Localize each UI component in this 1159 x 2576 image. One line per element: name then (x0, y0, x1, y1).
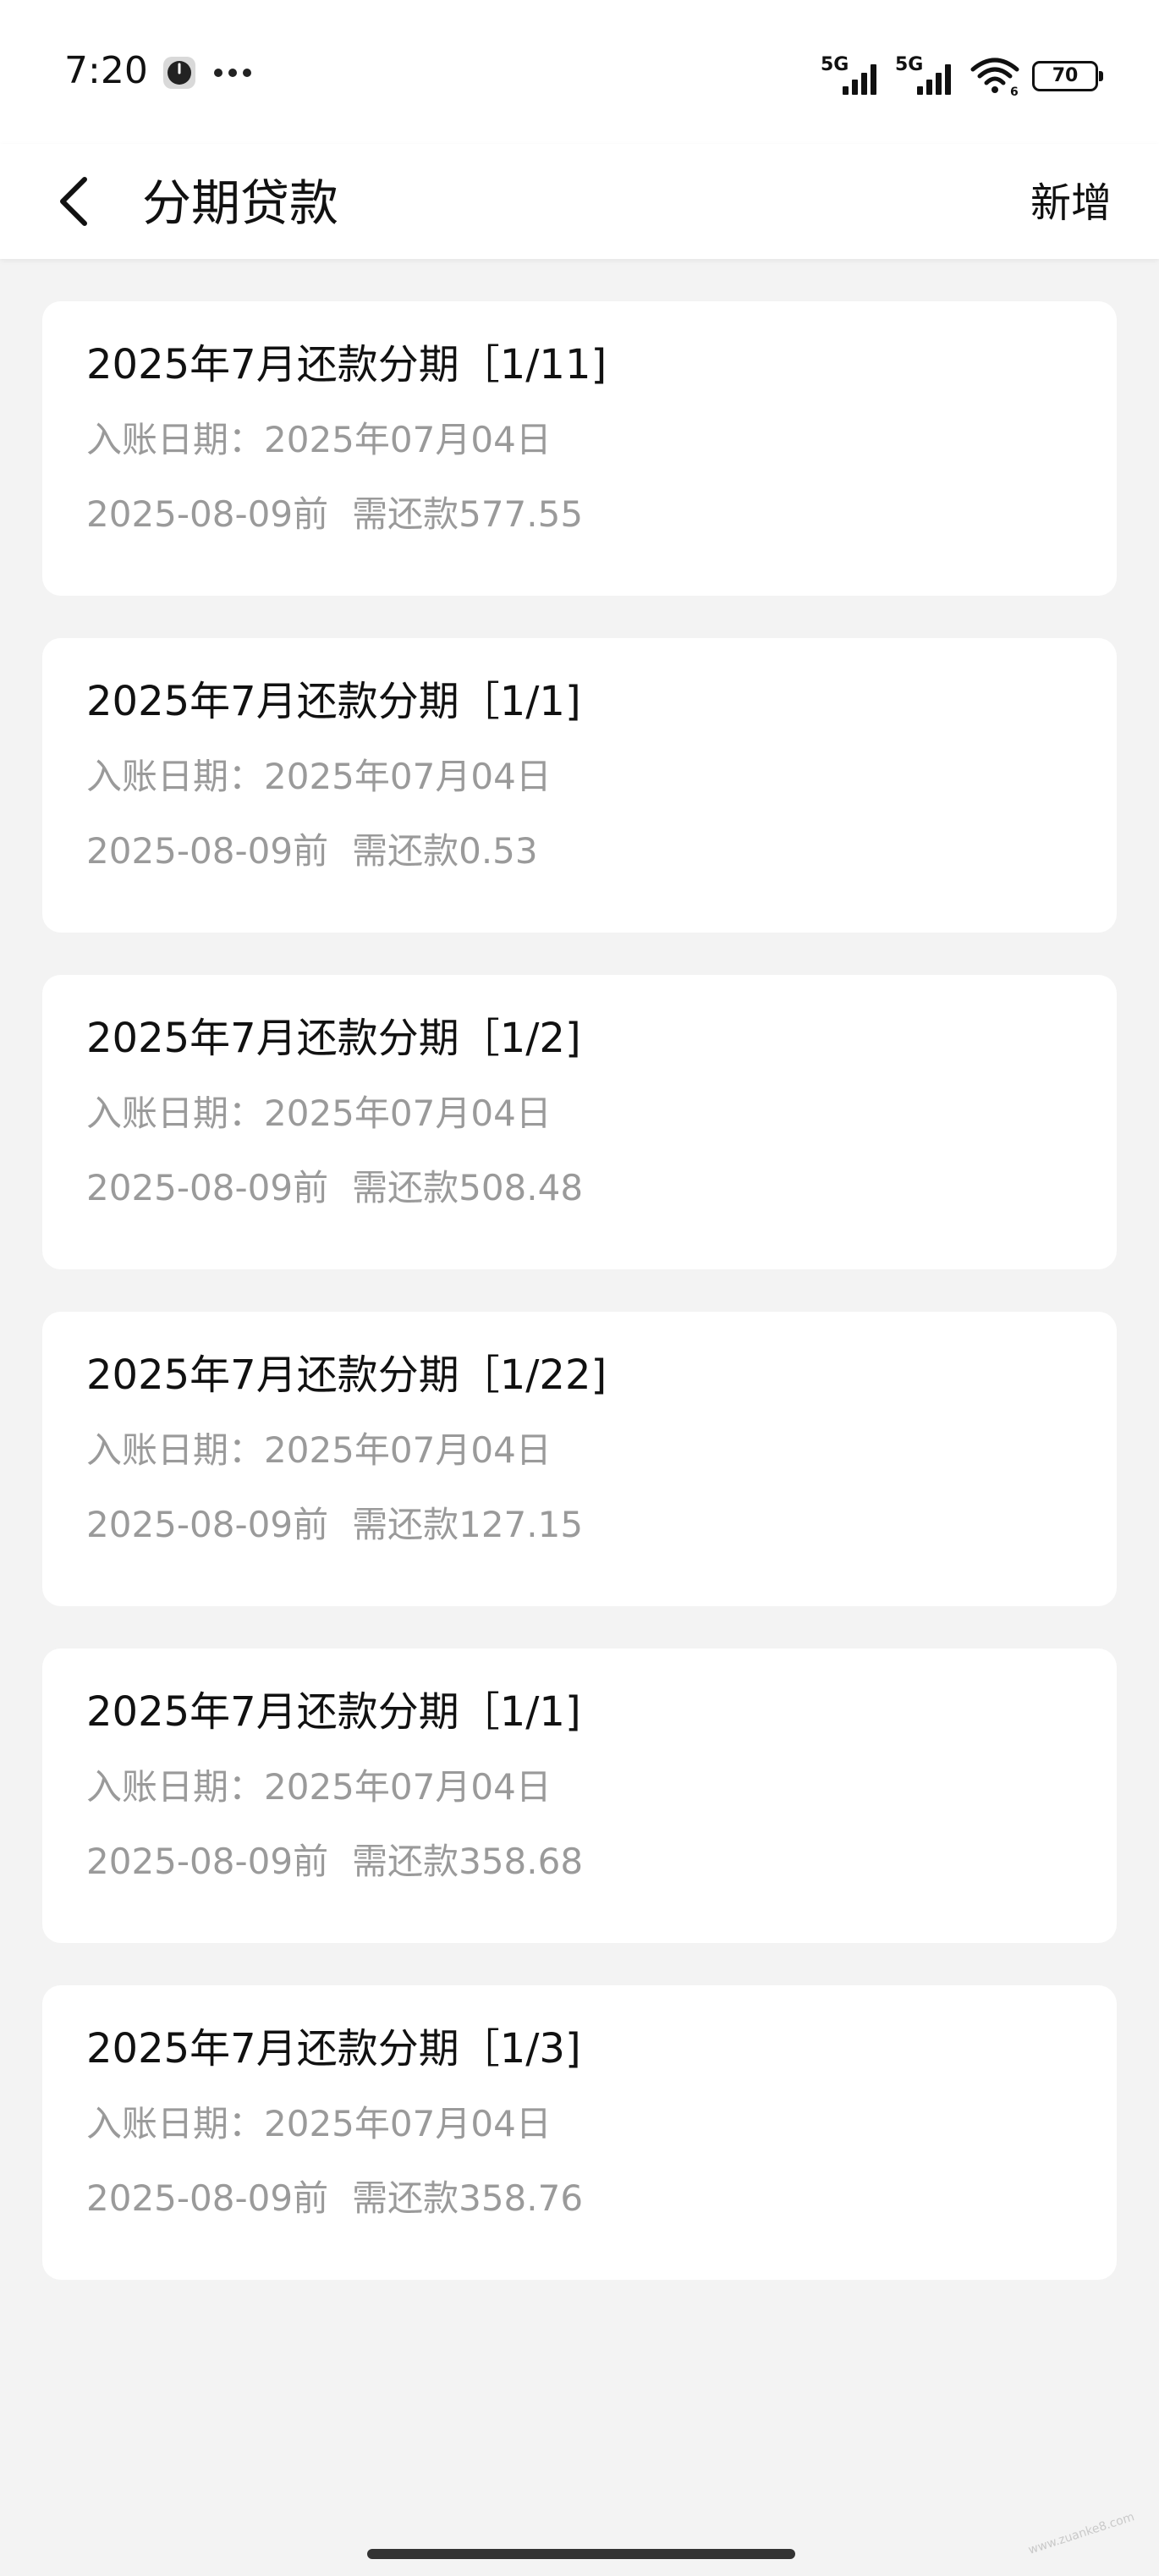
posting-date-label: 入账日期： (86, 419, 265, 460)
due-line: 2025-08-09前 需还款358.76 (86, 2175, 1117, 2222)
due-date: 2025-08-09前 (86, 1841, 329, 1882)
add-button[interactable]: 新增 (1030, 169, 1112, 237)
installment-card[interactable]: 2025年7月还款分期［1/2] 入账日期：2025年07月04日 2025-0… (42, 975, 1117, 1269)
posting-date: 2025年07月04日 (264, 2103, 552, 2144)
posting-date-line: 入账日期：2025年07月04日 (86, 2100, 1117, 2148)
due-date: 2025-08-09前 (86, 1167, 329, 1208)
due-date: 2025-08-09前 (86, 493, 329, 535)
due-line: 2025-08-09前 需还款577.55 (86, 491, 1117, 538)
posting-date-label: 入账日期： (86, 1093, 265, 1134)
posting-date: 2025年07月04日 (264, 756, 552, 797)
signal-bars-icon (843, 64, 876, 95)
amount-label: 需还款 (352, 1841, 459, 1882)
battery-icon: 70 (1032, 61, 1103, 91)
installment-card[interactable]: 2025年7月还款分期［1/3] 入账日期：2025年07月04日 2025-0… (42, 1985, 1117, 2280)
wifi-icon: 6 (970, 58, 1019, 96)
posting-date: 2025年07月04日 (264, 1093, 552, 1134)
amount-label: 需还款 (352, 1504, 459, 1545)
status-time: 7:20 (64, 49, 148, 92)
posting-date-label: 入账日期： (86, 2103, 265, 2144)
posting-date: 2025年07月04日 (264, 419, 552, 460)
installment-list: 2025年7月还款分期［1/11] 入账日期：2025年07月04日 2025-… (42, 301, 1117, 2322)
signal-bars-icon (917, 64, 951, 95)
due-line: 2025-08-09前 需还款358.68 (86, 1838, 1117, 1885)
more-dots-icon (214, 69, 251, 77)
due-date: 2025-08-09前 (86, 2177, 329, 2219)
due-line: 2025-08-09前 需还款508.48 (86, 1164, 1117, 1212)
battery-level: 70 (1052, 65, 1079, 86)
amount-label: 需还款 (352, 830, 459, 872)
posting-date: 2025年07月04日 (264, 1429, 552, 1471)
watermark: www.zuanke8.com (1027, 2510, 1137, 2557)
installment-title: 2025年7月还款分期［1/1] (86, 1688, 581, 1736)
amount-due: 0.53 (459, 830, 538, 872)
posting-date-label: 入账日期： (86, 756, 265, 797)
status-bar: 7:20 5G 5G 6 70 (0, 0, 1159, 144)
nav-bar: 分期贷款 新增 (0, 144, 1159, 259)
amount-due: 508.48 (459, 1167, 584, 1208)
posting-date-line: 入账日期：2025年07月04日 (86, 753, 1117, 801)
amount-due: 577.55 (459, 493, 584, 535)
due-line: 2025-08-09前 需还款127.15 (86, 1501, 1117, 1549)
installment-card[interactable]: 2025年7月还款分期［1/1] 入账日期：2025年07月04日 2025-0… (42, 1649, 1117, 1943)
posting-date: 2025年07月04日 (264, 1766, 552, 1808)
home-indicator[interactable] (367, 2549, 795, 2559)
due-date: 2025-08-09前 (86, 1504, 329, 1545)
back-arrow-icon[interactable] (51, 168, 102, 235)
due-date: 2025-08-09前 (86, 830, 329, 872)
status-indicators: 5G 5G 6 70 (821, 51, 1103, 102)
amount-label: 需还款 (352, 493, 459, 535)
installment-card[interactable]: 2025年7月还款分期［1/11] 入账日期：2025年07月04日 2025-… (42, 301, 1117, 596)
cellular-signal-2: 5G (895, 56, 958, 96)
posting-date-line: 入账日期：2025年07月04日 (86, 416, 1117, 464)
amount-due: 358.76 (459, 2177, 584, 2219)
installment-card[interactable]: 2025年7月还款分期［1/22] 入账日期：2025年07月04日 2025-… (42, 1312, 1117, 1606)
cellular-signal-1: 5G (821, 56, 883, 96)
posting-date-line: 入账日期：2025年07月04日 (86, 1427, 1117, 1474)
installment-title: 2025年7月还款分期［1/11] (86, 341, 607, 388)
amount-label: 需还款 (352, 1167, 459, 1208)
amount-due: 127.15 (459, 1504, 584, 1545)
amount-label: 需还款 (352, 2177, 459, 2219)
posting-date-line: 入账日期：2025年07月04日 (86, 1090, 1117, 1137)
posting-date-line: 入账日期：2025年07月04日 (86, 1764, 1117, 1811)
installment-title: 2025年7月还款分期［1/1] (86, 678, 581, 725)
wifi-badge: 6 (1010, 85, 1019, 96)
due-line: 2025-08-09前 需还款0.53 (86, 828, 1117, 875)
installment-card[interactable]: 2025年7月还款分期［1/1] 入账日期：2025年07月04日 2025-0… (42, 638, 1117, 933)
installment-title: 2025年7月还款分期［1/3] (86, 2025, 581, 2072)
installment-title: 2025年7月还款分期［1/22] (86, 1351, 607, 1399)
page-title: 分期贷款 (142, 174, 339, 232)
amount-due: 358.68 (459, 1841, 584, 1882)
alarm-clock-icon (163, 57, 195, 89)
posting-date-label: 入账日期： (86, 1766, 265, 1808)
installment-title: 2025年7月还款分期［1/2] (86, 1015, 581, 1062)
posting-date-label: 入账日期： (86, 1429, 265, 1471)
